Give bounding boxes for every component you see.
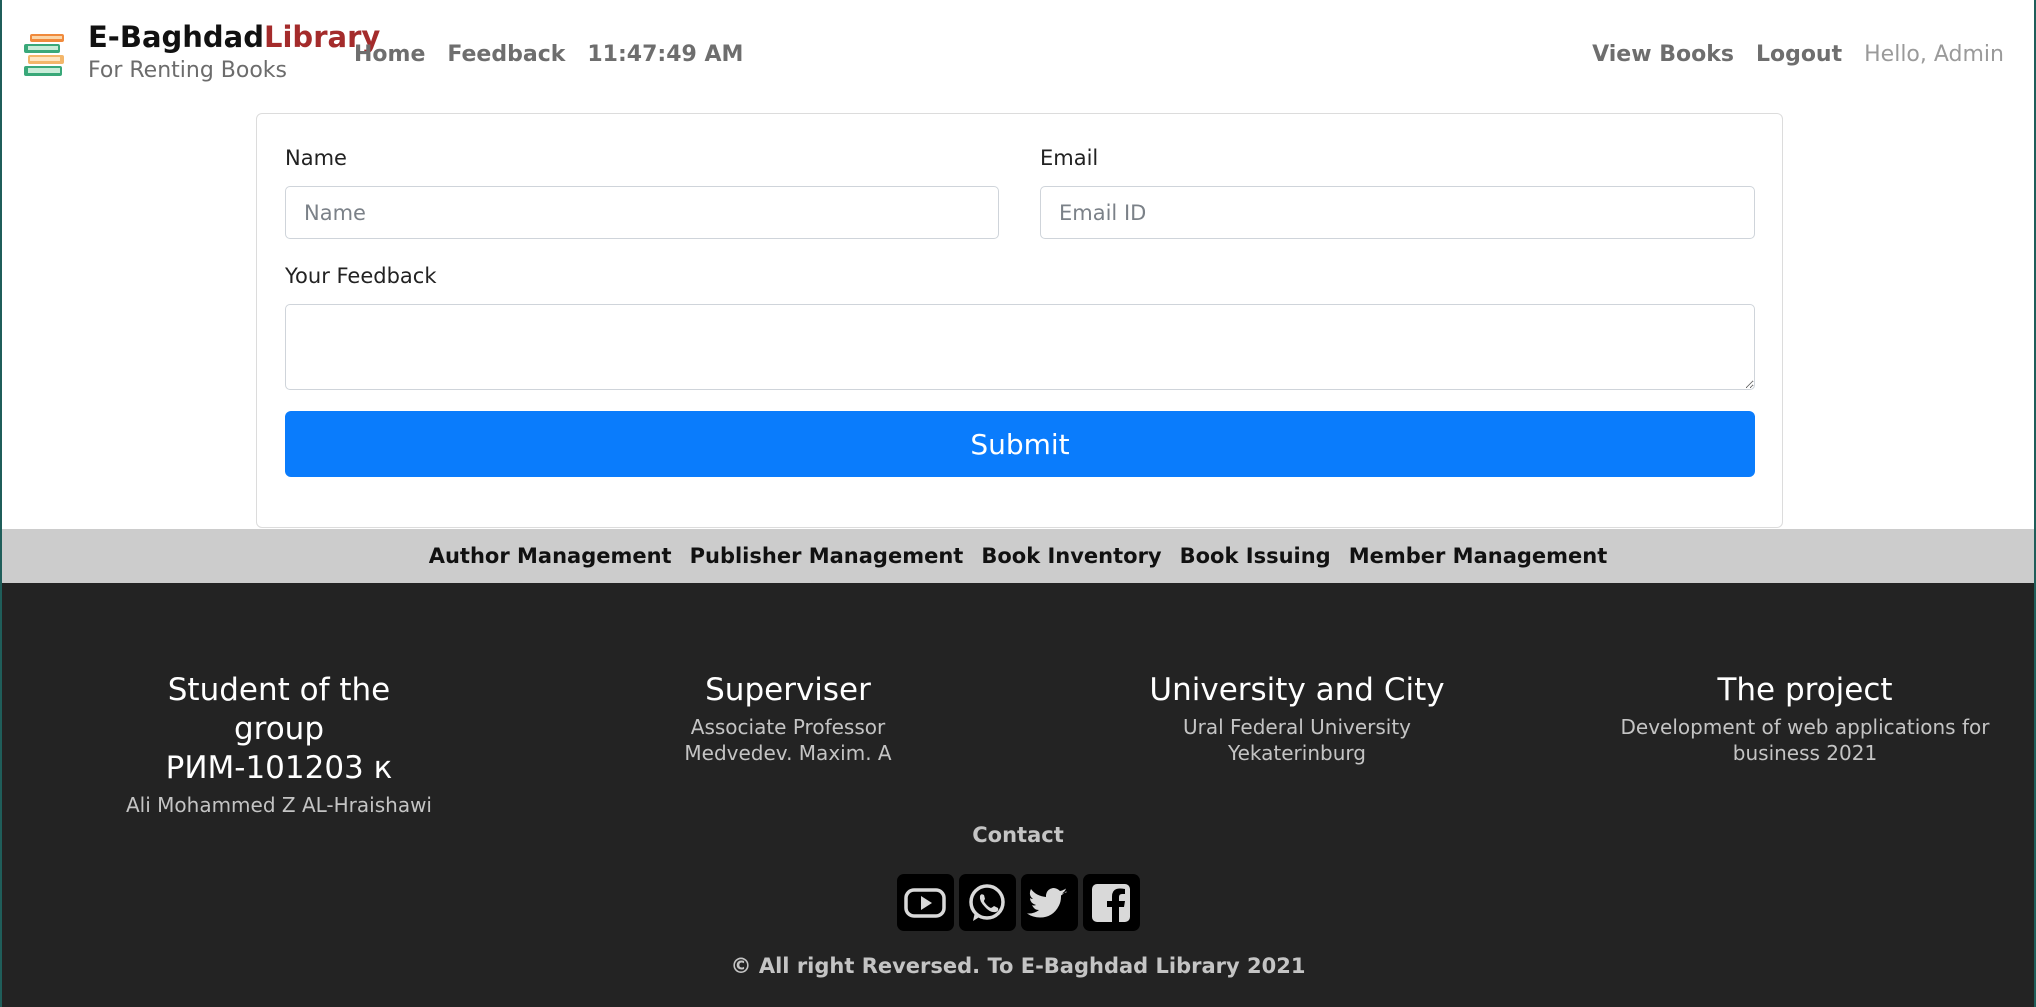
footer-column-university: University and City Ural Federal Univers… bbox=[1082, 671, 1512, 766]
nav-clock: 11:47:49 AM bbox=[587, 42, 744, 67]
nav-link-member-management[interactable]: Member Management bbox=[1349, 544, 1608, 568]
nav-left: Home Feedback 11:47:49 AM bbox=[354, 42, 743, 67]
footer-column-line: Ural Federal University bbox=[1182, 715, 1412, 739]
whatsapp-icon[interactable] bbox=[958, 874, 1016, 931]
social-links bbox=[2, 874, 2034, 931]
nav-link-publisher-management[interactable]: Publisher Management bbox=[690, 544, 964, 568]
contact-title: Contact bbox=[972, 823, 1064, 847]
footer-column-title: Student of the group РИМ-101203 к bbox=[165, 672, 393, 786]
feedback-label: Your Feedback bbox=[285, 264, 437, 288]
footer-column-line: Yekaterinburg bbox=[1228, 741, 1366, 765]
footer-column-line: Ali Mohammed Z AL-Hraishawi bbox=[126, 793, 432, 817]
navbar: E-BaghdadLibrary For Renting Books Home … bbox=[2, 0, 2034, 112]
footer-column-line: Development of web applications for busi… bbox=[1620, 715, 1990, 765]
nav-link-logout[interactable]: Logout bbox=[1756, 42, 1842, 67]
email-label: Email bbox=[1040, 146, 1099, 170]
footer-column-student: Student of the group РИМ-101203 к Ali Mo… bbox=[64, 671, 494, 818]
footer-column-line: Associate Professor bbox=[690, 715, 886, 739]
youtube-icon[interactable] bbox=[896, 874, 954, 931]
nav-link-view-books[interactable]: View Books bbox=[1592, 42, 1734, 67]
footer: Student of the group РИМ-101203 к Ali Mo… bbox=[2, 583, 2034, 1007]
name-label: Name bbox=[285, 146, 347, 170]
brand-name[interactable]: E-BaghdadLibrary bbox=[88, 20, 380, 54]
submit-button[interactable]: Submit bbox=[285, 411, 1755, 477]
copyright-text: © All right Reversed. To E-Baghdad Libra… bbox=[730, 954, 1306, 978]
facebook-icon[interactable] bbox=[1082, 874, 1140, 931]
nav-right: View Books Logout Hello, Admin bbox=[1592, 42, 2004, 67]
brand-name-main: E-Baghdad bbox=[88, 20, 265, 54]
page: E-BaghdadLibrary For Renting Books Home … bbox=[0, 0, 2036, 1007]
management-nav-bar: Author Management Publisher Management B… bbox=[2, 529, 2034, 583]
feedback-form-card: Name Email Your Feedback Submit bbox=[256, 113, 1783, 528]
footer-column-title: University and City bbox=[1149, 672, 1445, 708]
books-stack-icon[interactable] bbox=[22, 32, 68, 80]
nav-link-author-management[interactable]: Author Management bbox=[429, 544, 672, 568]
twitter-icon[interactable] bbox=[1020, 874, 1078, 931]
nav-link-home[interactable]: Home bbox=[354, 42, 425, 67]
footer-column-title: The project bbox=[1717, 672, 1893, 708]
brand-tagline: For Renting Books bbox=[88, 58, 287, 83]
name-input[interactable] bbox=[285, 186, 999, 239]
nav-link-feedback[interactable]: Feedback bbox=[447, 42, 565, 67]
footer-column-title: Superviser bbox=[705, 672, 871, 708]
email-input[interactable] bbox=[1040, 186, 1755, 239]
footer-column-superviser: Superviser Associate Professor Medvedev.… bbox=[573, 671, 1003, 766]
nav-link-book-inventory[interactable]: Book Inventory bbox=[981, 544, 1161, 568]
footer-column-project: The project Development of web applicati… bbox=[1590, 671, 2020, 766]
feedback-textarea[interactable] bbox=[285, 304, 1755, 390]
footer-column-line: Medvedev. Maxim. A bbox=[684, 741, 892, 765]
user-greeting: Hello, Admin bbox=[1864, 42, 2004, 67]
nav-link-book-issuing[interactable]: Book Issuing bbox=[1180, 544, 1331, 568]
